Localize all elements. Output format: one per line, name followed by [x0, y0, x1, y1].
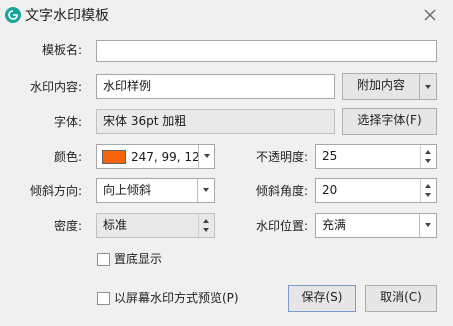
- color-swatch: [102, 150, 126, 164]
- bottom-layer-checkbox[interactable]: [97, 253, 110, 266]
- content-input[interactable]: 水印样例: [96, 74, 335, 99]
- position-dropdown-arrow[interactable]: [419, 214, 436, 237]
- color-value: 247, 99, 12: [131, 150, 200, 164]
- tilt-angle-stepper[interactable]: [420, 179, 436, 202]
- position-label: 水印位置:: [255, 219, 308, 233]
- chevron-down-icon: [425, 223, 431, 227]
- font-label: 字体:: [53, 115, 82, 129]
- tilt-direction-dropdown-arrow[interactable]: [197, 179, 214, 202]
- chevron-down-icon: [425, 85, 431, 89]
- opacity-input[interactable]: 25: [315, 144, 437, 169]
- font-display: 宋体 36pt 加粗: [96, 109, 335, 134]
- screen-preview-checkbox[interactable]: [97, 292, 110, 305]
- color-select[interactable]: 247, 99, 12: [96, 144, 215, 169]
- chevron-down-icon[interactable]: [425, 159, 431, 163]
- cancel-button[interactable]: 取消(C): [365, 285, 437, 312]
- density-label: 密度:: [53, 219, 82, 233]
- attach-dropdown-button[interactable]: [419, 73, 437, 100]
- app-logo-icon: [5, 7, 21, 23]
- content-label: 水印内容:: [29, 80, 82, 94]
- chevron-down-icon: [203, 188, 209, 192]
- close-icon[interactable]: [419, 4, 441, 26]
- tilt-direction-label: 倾斜方向:: [29, 184, 82, 198]
- density-stepper[interactable]: [198, 214, 214, 237]
- opacity-label: 不透明度:: [255, 150, 308, 164]
- window-title: 文字水印模板: [25, 8, 109, 24]
- chevron-down-icon[interactable]: [203, 228, 209, 232]
- chevron-down-icon[interactable]: [425, 193, 431, 197]
- bottom-layer-label[interactable]: 置底显示: [114, 249, 162, 269]
- tilt-angle-input[interactable]: 20: [315, 178, 437, 203]
- chevron-up-icon[interactable]: [425, 150, 431, 154]
- chevron-up-icon[interactable]: [425, 184, 431, 188]
- attach-content-button[interactable]: 附加内容: [342, 73, 420, 100]
- select-font-button[interactable]: 选择字体(F): [342, 108, 437, 135]
- screen-preview-label[interactable]: 以屏幕水印方式预览(P): [114, 288, 239, 308]
- template-name-input[interactable]: [96, 40, 437, 62]
- chevron-up-icon[interactable]: [203, 219, 209, 223]
- opacity-stepper[interactable]: [420, 145, 436, 168]
- chevron-down-icon: [204, 154, 210, 158]
- color-dropdown-arrow[interactable]: [198, 145, 214, 168]
- color-label: 颜色:: [53, 150, 82, 164]
- tilt-angle-label: 倾斜角度:: [255, 184, 308, 198]
- save-button[interactable]: 保存(S): [288, 285, 356, 312]
- template-name-label: 模板名:: [41, 43, 82, 57]
